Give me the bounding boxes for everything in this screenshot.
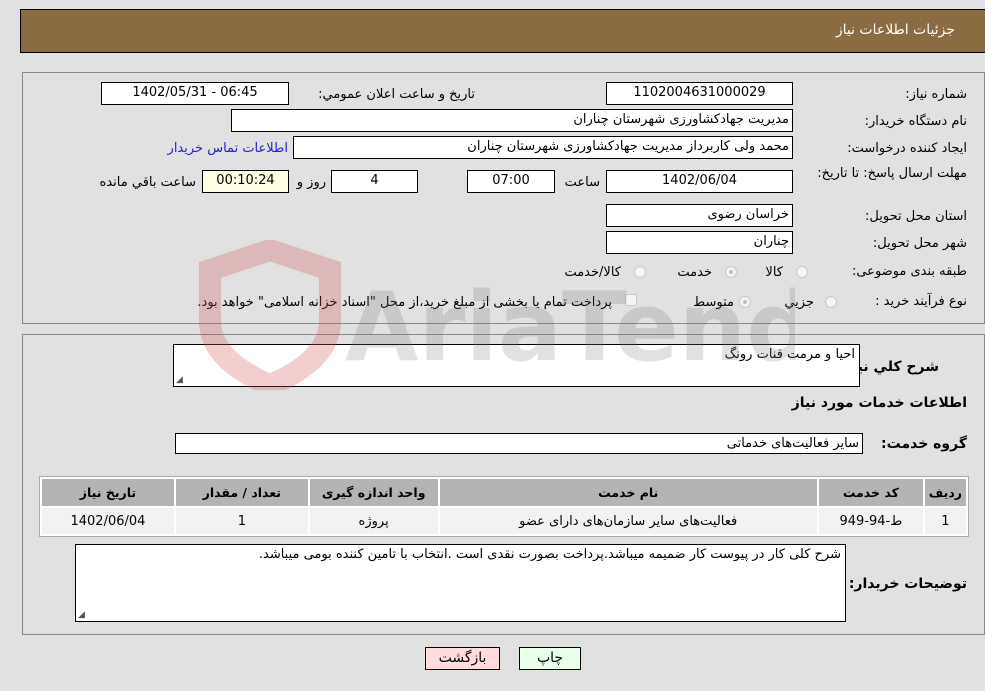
announce-datetime-value: 1402/05/31 - 06:45 bbox=[132, 85, 258, 100]
cell-service-code: ط-94-949 bbox=[818, 508, 923, 534]
resize-grip-icon[interactable]: ◢ bbox=[176, 375, 183, 385]
buyer-notes-value: شرح کلی کار در پیوست کار ضمیمه میباشد.پر… bbox=[258, 547, 841, 562]
cell-row-number: 1 bbox=[924, 508, 966, 534]
city-label: شهر محل تحویل: bbox=[872, 236, 967, 251]
province-field: خراسان رضوی bbox=[606, 204, 793, 227]
resize-grip-icon[interactable]: ◢ bbox=[78, 610, 85, 620]
services-info-title: اطلاعات خدمات مورد نیاز bbox=[791, 395, 967, 411]
col-header-need-date: تاریخ نیاز bbox=[42, 479, 174, 506]
process-radio-minor[interactable] bbox=[825, 296, 837, 308]
need-number-field: 1102004631000029 bbox=[606, 82, 793, 105]
category-option-goods-service: کالا/خدمت bbox=[564, 265, 621, 280]
need-number-label: شماره نیاز: bbox=[905, 87, 967, 102]
general-desc-value: احیا و مرمت قنات رونگ bbox=[724, 347, 855, 362]
province-label: استان محل تحویل: bbox=[865, 209, 967, 224]
deadline-time-label: ساعت bbox=[564, 175, 600, 190]
purchase-process-label: نوع فرآیند خرید : bbox=[875, 294, 967, 309]
remaining-time-field: 00:10:24 bbox=[202, 170, 289, 193]
remaining-label: ساعت باقي مانده bbox=[99, 175, 196, 190]
days-label: روز و bbox=[296, 175, 326, 190]
category-radio-goods-service[interactable] bbox=[634, 266, 646, 278]
buyer-org-label: نام دستگاه خریدار: bbox=[864, 114, 967, 129]
service-group-label: گروه خدمت: bbox=[881, 436, 967, 452]
col-header-quantity: تعداد / مقدار bbox=[175, 479, 308, 506]
process-option-medium: متوسط bbox=[693, 295, 734, 310]
services-table: ردیف کد خدمت نام خدمت واحد اندازه گیری ت… bbox=[39, 476, 969, 537]
cell-need-date: 1402/06/04 bbox=[42, 508, 174, 534]
general-desc-textarea[interactable]: احیا و مرمت قنات رونگ ◢ bbox=[173, 344, 860, 387]
requester-field: محمد ولی کاربرداز مدیریت جهادکشاورزی شهر… bbox=[293, 136, 793, 159]
cell-unit: پروژه bbox=[309, 508, 438, 534]
category-radio-goods[interactable] bbox=[796, 266, 808, 278]
back-button[interactable]: بازگشت bbox=[425, 647, 500, 670]
category-label: طبقه بندی موضوعی: bbox=[851, 264, 967, 279]
cell-service-name: فعالیت‌های سایر سازمان‌های دارای عضو bbox=[439, 508, 817, 534]
col-header-row-number: ردیف bbox=[924, 479, 966, 506]
city-field: چناران bbox=[606, 231, 793, 254]
deadline-days-field: 4 bbox=[331, 170, 418, 193]
deadline-time-field: 07:00 bbox=[467, 170, 555, 193]
category-option-service: خدمت bbox=[677, 265, 712, 280]
buyer-notes-label: توضیحات خریدار: bbox=[848, 576, 967, 592]
deadline-label: مهلت ارسال پاسخ: تا تاریخ: bbox=[817, 166, 967, 181]
category-radio-service[interactable] bbox=[725, 266, 737, 278]
buyer-notes-textarea[interactable]: شرح کلی کار در پیوست کار ضمیمه میباشد.پر… bbox=[75, 544, 846, 622]
col-header-service-name: نام خدمت bbox=[439, 479, 817, 506]
service-code-value: ط-94-949 bbox=[839, 513, 903, 529]
col-header-service-code: کد خدمت bbox=[818, 479, 923, 506]
table-header-row: ردیف کد خدمت نام خدمت واحد اندازه گیری ت… bbox=[42, 479, 966, 506]
treasury-checkbox-label: پرداخت تمام یا بخشی از مبلغ خرید،از محل … bbox=[197, 295, 612, 310]
requester-label: ایجاد کننده درخواست: bbox=[847, 141, 967, 156]
process-option-minor: جزيي bbox=[784, 295, 814, 310]
buyer-contact-link[interactable]: اطلاعات تماس خریدار bbox=[168, 141, 288, 156]
page-header: جزئیات اطلاعات نیاز bbox=[20, 9, 985, 53]
process-radio-medium[interactable] bbox=[739, 296, 751, 308]
buyer-org-field: مدیریت جهادکشاورزی شهرستان چناران bbox=[231, 109, 793, 132]
table-row: 1 ط-94-949 فعالیت‌های سایر سازمان‌های دا… bbox=[42, 508, 966, 534]
page-title: جزئیات اطلاعات نیاز bbox=[835, 22, 955, 38]
category-option-goods: کالا bbox=[765, 265, 783, 280]
announce-datetime-field: 1402/05/31 - 06:45 bbox=[101, 82, 289, 105]
treasury-checkbox[interactable] bbox=[625, 294, 637, 306]
service-group-field: سایر فعالیت‌های خدماتی bbox=[175, 433, 863, 454]
print-button[interactable]: چاپ bbox=[519, 647, 581, 670]
deadline-date-field: 1402/06/04 bbox=[606, 170, 793, 193]
announce-datetime-label: تاریخ و ساعت اعلان عمومي: bbox=[318, 87, 475, 102]
col-header-unit: واحد اندازه گیری bbox=[309, 479, 438, 506]
cell-quantity: 1 bbox=[175, 508, 308, 534]
